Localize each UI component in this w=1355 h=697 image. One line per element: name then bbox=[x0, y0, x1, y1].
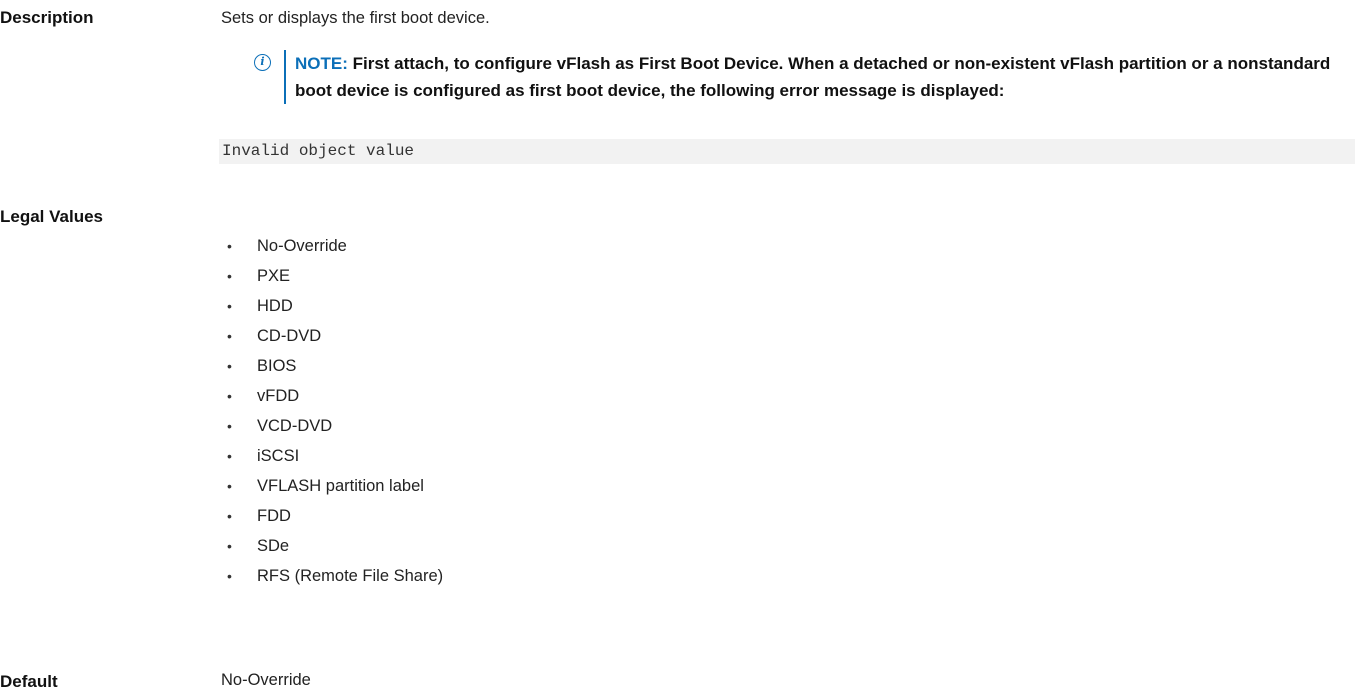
list-item: • VFLASH partition label bbox=[227, 477, 424, 495]
description-text: Sets or displays the first boot device. bbox=[221, 9, 490, 27]
list-item: • BIOS bbox=[227, 357, 297, 375]
legal-values-label: Legal Values bbox=[0, 207, 103, 226]
list-item: • HDD bbox=[227, 297, 293, 315]
legal-values-list: • No-Override • PXE • HDD • CD-DVD • BIOS • vF… bbox=[221, 236, 443, 596]
note-prefix: NOTE: bbox=[295, 54, 348, 73]
description-label: Description bbox=[0, 8, 94, 27]
code-block: Invalid object value bbox=[219, 139, 1355, 164]
list-item: • CD-DVD bbox=[227, 327, 322, 345]
list-item: • vFDD bbox=[227, 387, 300, 405]
note-body: First attach, to configure vFlash as Fir… bbox=[295, 54, 1331, 100]
note-box: i NOTE: First attach, to configure vFlas… bbox=[254, 50, 1349, 104]
list-item: • iSCSI bbox=[227, 447, 300, 465]
list-item: • RFS (Remote File Share) bbox=[227, 567, 444, 585]
list-item: • VCD-DVD bbox=[227, 417, 333, 435]
list-item: • FDD bbox=[227, 507, 291, 525]
list-item: • PXE bbox=[227, 267, 291, 285]
list-item: • SDe bbox=[227, 537, 290, 555]
default-value: No-Override bbox=[221, 671, 311, 689]
default-label: Default bbox=[0, 672, 58, 691]
info-icon: i bbox=[254, 54, 271, 71]
note-text: NOTE: First attach, to configure vFlash … bbox=[295, 50, 1349, 104]
note-divider bbox=[284, 50, 286, 104]
list-item: • No-Override bbox=[227, 237, 347, 255]
code-text: Invalid object value bbox=[222, 142, 415, 160]
